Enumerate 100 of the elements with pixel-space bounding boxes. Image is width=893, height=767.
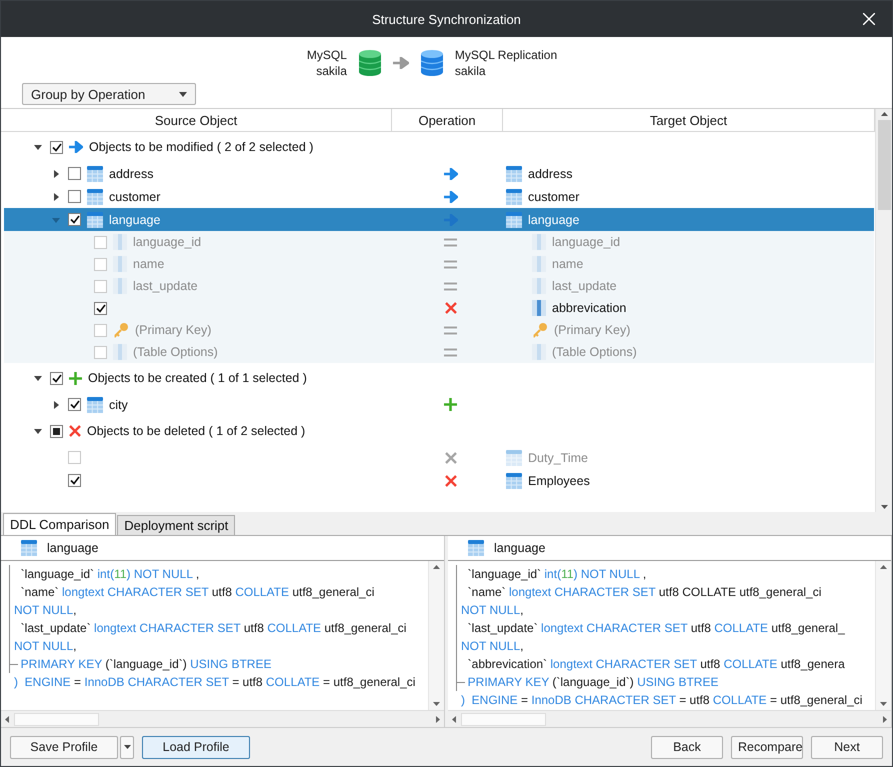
equals-icon — [444, 348, 457, 356]
table-icon — [506, 188, 522, 204]
caret-down-icon — [124, 745, 130, 749]
checkbox[interactable] — [68, 451, 81, 464]
caret-down-icon — [52, 216, 60, 224]
code-line: NOT NULL, — [461, 602, 524, 619]
source-object-name: language — [109, 212, 160, 226]
column-icon — [532, 278, 546, 294]
profile-button[interactable]: Save Profile — [10, 736, 118, 758]
equals-icon — [444, 326, 457, 334]
code-line: ) ENGINE = InnoDB CHARACTER SET = utf8 COLLATE = utf8_general_ci — [14, 674, 416, 691]
nav-button[interactable]: Next — [811, 736, 883, 758]
table-icon — [468, 540, 484, 556]
cross-icon — [444, 452, 456, 464]
window-title: Structure Synchronization — [372, 12, 521, 26]
source-object-name: address — [109, 166, 154, 180]
scroll-down-icon[interactable] — [433, 702, 440, 706]
table-icon — [506, 472, 522, 488]
group-label: Objects to be created ( 1 of 1 selected ) — [88, 371, 307, 385]
group-label: Objects to be deleted ( 1 of 2 selected ) — [87, 424, 306, 438]
source-object-name: last_update — [133, 279, 198, 293]
plus-icon — [69, 372, 82, 384]
cross-icon — [444, 302, 456, 314]
source-object-name: customer — [109, 190, 160, 204]
caret-down-icon — [34, 374, 42, 382]
scrollbar-thumb[interactable] — [14, 712, 99, 726]
checkbox[interactable] — [94, 280, 107, 292]
target-object-name: (Primary Key) — [554, 323, 630, 337]
checkbox[interactable] — [50, 424, 63, 438]
nav-button[interactable]: Recompare — [731, 736, 803, 758]
checkbox[interactable] — [94, 236, 107, 248]
code-line: `last_update` longtext CHARACTER SET utf8 COLLATE utf8_general_ci — [20, 620, 408, 637]
caret-down-icon — [34, 427, 42, 435]
database-icon — [358, 50, 381, 76]
target-object-name: address — [528, 166, 572, 180]
cross-icon — [444, 474, 456, 486]
code-line: NOT NULL, — [14, 602, 78, 619]
column-icon — [532, 234, 546, 250]
source-object-name: name — [133, 257, 164, 271]
code-line: PRIMARY KEY (`language_id`) USING BTREE — [20, 656, 272, 673]
checkbox[interactable] — [68, 474, 81, 487]
table-icon — [87, 166, 103, 182]
scroll-right-icon[interactable] — [436, 716, 440, 722]
source-object-name: (Table Options) — [133, 345, 218, 359]
target-object-name: abbrevication — [552, 301, 626, 315]
checkbox[interactable] — [50, 372, 63, 384]
close-button[interactable] — [860, 10, 878, 28]
equals-icon — [444, 282, 457, 290]
checkbox[interactable] — [94, 346, 107, 358]
column-icon — [532, 256, 546, 272]
table-icon — [506, 212, 522, 228]
table-icon — [87, 396, 103, 412]
checkbox[interactable] — [68, 167, 81, 180]
scroll-right-icon[interactable] — [883, 716, 887, 722]
caret-right-icon — [52, 170, 60, 178]
nav-button[interactable]: Back — [651, 736, 723, 758]
checkbox[interactable] — [94, 302, 107, 314]
scrollbar-thumb[interactable] — [461, 712, 546, 726]
checkbox[interactable] — [68, 398, 81, 411]
checkbox[interactable] — [94, 324, 107, 336]
caret-down-icon — [179, 92, 187, 96]
code-line: PRIMARY KEY (`language_id`) USING BTREE — [466, 674, 720, 691]
column-icon — [532, 344, 546, 360]
code-line: NOT NULL, — [14, 638, 78, 655]
checkbox[interactable] — [68, 213, 81, 226]
table-icon — [506, 166, 522, 182]
column-header: Source Object — [1, 109, 392, 131]
target-server: MySQL Replication — [454, 47, 558, 63]
pane-title: language — [494, 541, 546, 555]
group-by-dropdown[interactable]: Group by Operation — [22, 83, 196, 105]
code-line: `name` longtext CHARACTER SET utf8 COLLATE utf8_general_ci — [466, 584, 822, 601]
caret-right-icon — [52, 192, 60, 200]
column-icon — [532, 300, 546, 316]
scroll-down-icon[interactable] — [880, 702, 887, 706]
code-line: NOT NULL, — [461, 638, 524, 655]
scroll-down-icon[interactable] — [880, 505, 888, 509]
tab[interactable]: DDL Comparison — [3, 513, 116, 535]
source-database: sakila — [315, 63, 347, 79]
scroll-left-icon[interactable] — [5, 716, 9, 722]
column-icon — [113, 278, 127, 294]
target-object-name: name — [552, 257, 584, 271]
table-icon — [21, 540, 37, 556]
tab[interactable]: Deployment script — [117, 515, 236, 535]
scroll-up-icon[interactable] — [433, 565, 440, 569]
dropdown-button[interactable] — [120, 736, 134, 758]
source-object-name: (Primary Key) — [135, 323, 212, 337]
caret-right-icon — [52, 400, 60, 408]
target-object-name: Employees — [528, 474, 590, 488]
scrollbar-thumb[interactable] — [878, 120, 890, 210]
target-object-name: last_update — [552, 279, 617, 293]
table-icon — [87, 212, 103, 228]
profile-button[interactable]: Load Profile — [142, 736, 250, 758]
checkbox[interactable] — [68, 190, 81, 203]
source-object-name: city — [109, 398, 128, 412]
target-object-name: customer — [528, 190, 580, 204]
scroll-left-icon[interactable] — [452, 716, 456, 722]
scroll-up-icon[interactable] — [880, 112, 888, 116]
checkbox[interactable] — [94, 258, 107, 270]
checkbox[interactable] — [50, 140, 63, 154]
scroll-up-icon[interactable] — [880, 565, 887, 569]
